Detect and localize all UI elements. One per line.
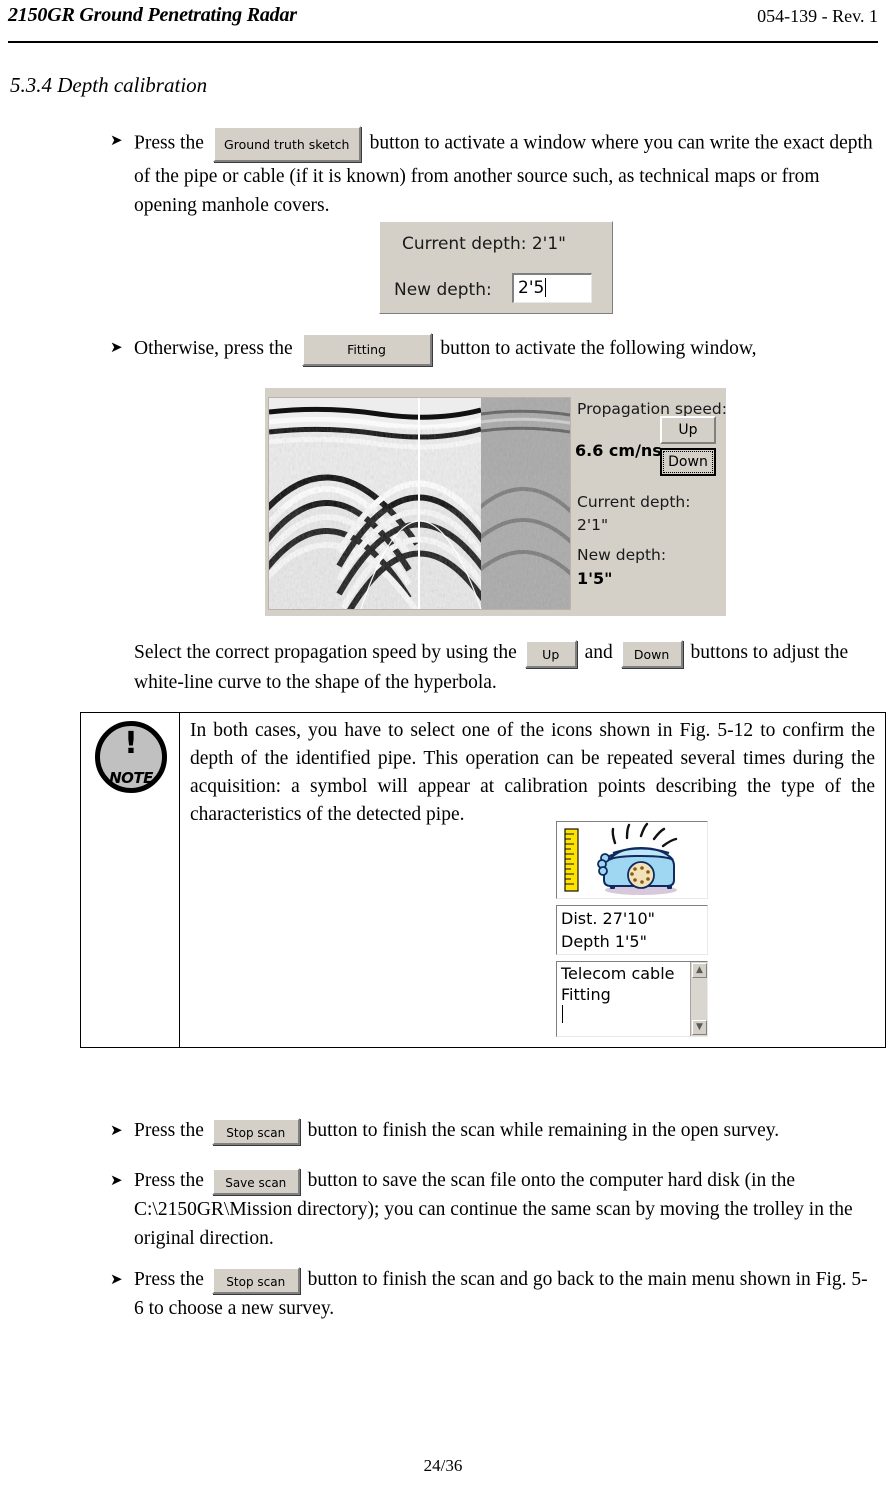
radargram-image[interactable] (268, 397, 571, 610)
bullet-text-before: Press the (134, 1269, 204, 1290)
pipe-description-listbox[interactable]: Telecom cable Fitting ▲ ▼ (556, 961, 708, 1037)
propagation-speed-up-button[interactable]: Up (660, 416, 716, 444)
listbox-item-fitting[interactable]: Fitting (561, 984, 707, 1005)
bullet-text: Otherwise, press the Fitting button to a… (134, 333, 757, 366)
fitting-current-depth-label: Current depth: (577, 493, 691, 511)
bullet-text-before: Press the (134, 1170, 204, 1191)
ruler-icon (564, 828, 579, 892)
bullet-text-before: Press the (134, 1120, 204, 1141)
bullet-text: Press the Save scan button to save the s… (134, 1166, 876, 1253)
note-icon-cell: ! NOTE (81, 713, 180, 1047)
note-text: In both cases, you have to select one of… (190, 720, 875, 825)
bullet-stop-scan-remain: ➤ Press the Stop scan button to finish t… (110, 1116, 876, 1146)
bullet-marker-icon: ➤ (110, 131, 123, 149)
propagation-speed-down-button-label: Down (663, 451, 713, 473)
note-warning-icon: ! NOTE (95, 721, 167, 793)
note-icon-label: NOTE (109, 769, 153, 787)
bullet-marker-icon: ➤ (110, 1270, 123, 1288)
page-number: 24/36 (423, 1456, 463, 1475)
bullet-text: Press the Stop scan button to finish the… (134, 1116, 780, 1146)
listbox-scrollbar[interactable]: ▲ ▼ (690, 962, 707, 1036)
bullet-text-before: Select the correct propagation speed by … (134, 642, 517, 663)
bullet-text-before: Press the (134, 132, 204, 154)
bullet-marker-icon: ➤ (110, 1121, 123, 1139)
document-title: 2150GR Ground Penetrating Radar (8, 4, 297, 26)
ground-truth-sketch-button[interactable]: Ground truth sketch (212, 126, 361, 162)
new-depth-input[interactable]: 2'5 (512, 273, 592, 303)
fitting-new-depth-value: 1'5" (577, 569, 613, 588)
bullet-save-scan: ➤ Press the Save scan button to save the… (110, 1166, 876, 1253)
text-caret-icon (545, 278, 547, 297)
fitting-window: Propagation speed: 6.6 cm/ns Up Down Cur… (265, 388, 727, 616)
save-scan-button[interactable]: Save scan (211, 1168, 300, 1196)
bullet-text: Select the correct propagation speed by … (134, 638, 876, 697)
bullet-text-middle: and (584, 642, 613, 663)
measurement-info-box: Dist. 27'10" Depth 1'5" (556, 905, 708, 955)
bullet-text: Press the Stop scan button to finish the… (134, 1265, 876, 1323)
down-button[interactable]: Down (620, 639, 683, 668)
section-heading: 5.3.4 Depth calibration (10, 73, 208, 97)
header-divider (8, 41, 878, 43)
distance-value: Dist. 27'10" (561, 909, 656, 928)
exclamation-icon: ! (124, 726, 138, 761)
stop-scan-button-label: Stop scan (226, 1275, 286, 1290)
note-box: ! NOTE In both cases, you have to select… (80, 712, 886, 1048)
up-button[interactable]: Up (524, 639, 577, 668)
ground-truth-sketch-button-label: Ground truth sketch (224, 137, 350, 152)
propagation-speed-up-button-label: Up (678, 422, 698, 438)
propagation-speed-value: 6.6 cm/ns (575, 441, 662, 460)
bullet-select-propagation-speed: Select the correct propagation speed by … (110, 638, 876, 697)
page-footer: 24/36 (0, 1456, 886, 1476)
new-depth-input-value: 2'5 (518, 278, 545, 298)
bullet-ground-truth-sketch: ➤ Press the Ground truth sketch button t… (110, 126, 876, 220)
bullet-stop-scan-main-menu: ➤ Press the Stop scan button to finish t… (110, 1265, 876, 1323)
stop-scan-button-label: Stop scan (226, 1126, 286, 1141)
document-reference: 054-139 - Rev. 1 (757, 6, 878, 26)
stop-scan-button[interactable]: Stop scan (211, 1267, 300, 1295)
scroll-up-arrow-icon[interactable]: ▲ (692, 963, 707, 978)
bullet-marker-icon: ➤ (110, 1171, 123, 1189)
text-caret-icon (562, 1005, 563, 1023)
pipe-icon-picker-panel: Dist. 27'10" Depth 1'5" Telecom cable Fi… (556, 821, 708, 1037)
current-depth-label: Current depth: 2'1" (402, 234, 566, 254)
listbox-item-telecom-cable[interactable]: Telecom cable (561, 963, 707, 984)
telephone-icon (597, 846, 677, 895)
scroll-down-arrow-icon[interactable]: ▼ (692, 1020, 707, 1035)
bullet-text-after: button to activate the following window, (440, 337, 757, 359)
bullet-marker-icon: ➤ (110, 338, 123, 356)
bullet-text-after: button to finish the scan while remainin… (307, 1120, 780, 1141)
fitting-button-label: Fitting (347, 342, 386, 357)
propagation-speed-down-button[interactable]: Down (660, 448, 716, 476)
bullet-text-before: Otherwise, press the (134, 337, 293, 359)
down-button-label: Down (633, 646, 670, 662)
new-depth-label: New depth: (394, 280, 492, 300)
stop-scan-button[interactable]: Stop scan (211, 1118, 300, 1146)
telecom-cable-icon-preview[interactable] (556, 821, 708, 899)
save-scan-button-label: Save scan (225, 1176, 287, 1191)
fitting-button[interactable]: Fitting (301, 333, 432, 366)
fitting-current-depth-value: 2'1" (577, 516, 609, 534)
fitting-control-panel: Propagation speed: 6.6 cm/ns Up Down Cur… (575, 388, 727, 616)
fitting-new-depth-label: New depth: (577, 546, 667, 564)
page-header: 2150GR Ground Penetrating Radar 054-139 … (8, 4, 878, 34)
ground-truth-depth-dialog: Current depth: 2'1" New depth: 2'5 (379, 221, 613, 314)
up-button-label: Up (542, 646, 560, 662)
bullet-fitting: ➤ Otherwise, press the Fitting button to… (110, 333, 876, 366)
note-content: In both cases, you have to select one of… (180, 713, 885, 1047)
depth-value: Depth 1'5" (561, 932, 647, 951)
bullet-text: Press the Ground truth sketch button to … (134, 126, 876, 220)
